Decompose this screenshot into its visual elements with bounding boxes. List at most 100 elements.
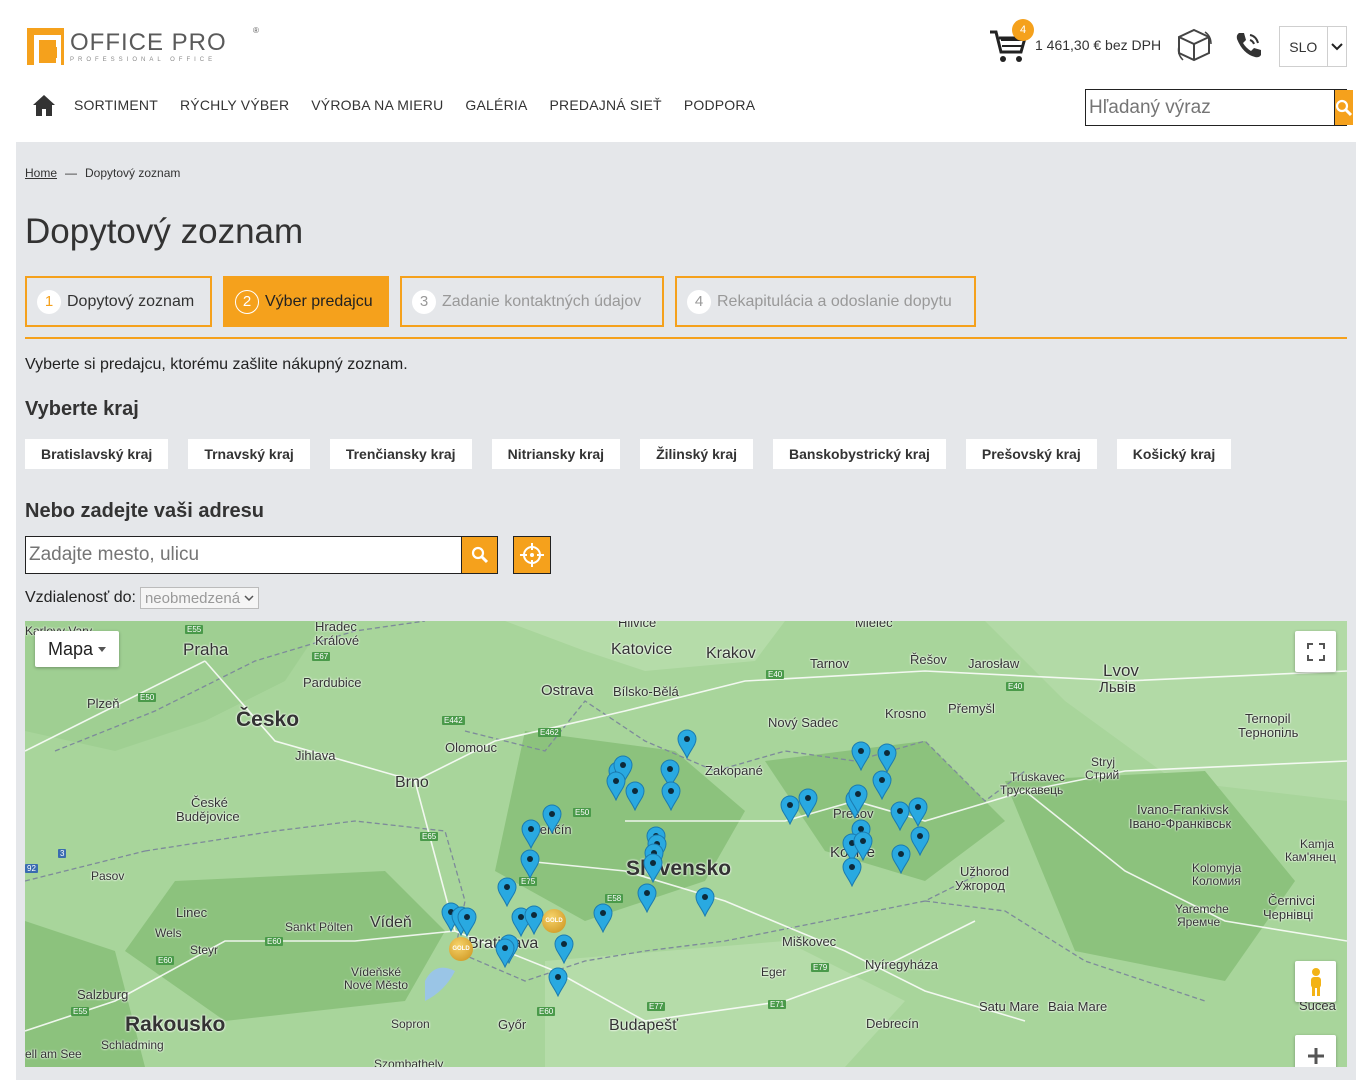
dealer-pin-icon[interactable]	[593, 903, 613, 934]
dealer-pin-icon[interactable]	[643, 853, 663, 884]
dealer-pin-icon[interactable]	[851, 741, 871, 772]
phone-icon[interactable]	[1233, 30, 1263, 60]
home-icon[interactable]	[33, 94, 55, 116]
dealer-pin-icon[interactable]	[521, 819, 541, 850]
pegman-icon	[1310, 967, 1321, 996]
step-number: 1	[37, 289, 61, 314]
address-search-button[interactable]	[461, 537, 497, 573]
fullscreen-button[interactable]	[1295, 631, 1336, 672]
region-bratislavsky[interactable]: Bratislavský kraj	[25, 439, 169, 469]
search-icon	[471, 546, 488, 564]
dealer-pin-icon[interactable]	[780, 795, 800, 826]
region-banskobystricky[interactable]: Banskobystrický kraj	[773, 439, 946, 469]
dealer-pin-icon[interactable]	[606, 771, 626, 802]
street-view-pegman[interactable]	[1295, 961, 1336, 1002]
distance-select[interactable]: neobmedzená	[139, 587, 260, 609]
dealer-pin-icon[interactable]	[495, 938, 515, 969]
site-header: OFFICE PRO PROFESSIONAL OFFICE ® 4 1 461…	[0, 0, 1370, 142]
dealer-pin-icon[interactable]	[637, 883, 657, 914]
address-heading: Nebo zadejte vaši adresu	[25, 500, 264, 522]
region-buttons: Bratislavský kraj Trnavský kraj Trenčian…	[25, 439, 1251, 469]
dealer-pin-icon[interactable]	[497, 877, 517, 908]
step-1[interactable]: 1 Dopytový zoznam	[25, 276, 212, 327]
caret-down-icon	[98, 646, 107, 652]
chevron-down-icon	[1326, 27, 1346, 66]
region-trenciansky[interactable]: Trenčiansky kraj	[329, 439, 472, 469]
dealer-pin-icon[interactable]	[524, 905, 544, 936]
dealer-pin-icon[interactable]	[695, 887, 715, 918]
dealer-pin-icon[interactable]	[542, 804, 562, 835]
dealer-pin-icon[interactable]	[910, 826, 930, 857]
search-button[interactable]	[1334, 90, 1353, 125]
region-nitriansky[interactable]: Nitriansky kraj	[491, 439, 621, 469]
address-input[interactable]	[26, 537, 461, 573]
registered-mark: ®	[253, 26, 259, 35]
dealer-pin-icon[interactable]	[890, 801, 910, 832]
main-content: Home — Dopytový zoznam Dopytový zoznam 1 D…	[16, 142, 1356, 1080]
nav-item-sortiment[interactable]: SORTIMENT	[74, 97, 158, 113]
dealer-pin-icon[interactable]	[848, 784, 868, 815]
3d-box-icon[interactable]	[1175, 26, 1213, 66]
cart-count-badge: 4	[1012, 19, 1034, 41]
gold-dealer-badge[interactable]: GOLD	[449, 937, 473, 961]
dealer-pin-icon[interactable]	[520, 849, 540, 880]
distance-filter: Vzdialenosť do: neobmedzená	[25, 587, 260, 609]
steps-divider	[25, 337, 1347, 339]
dealer-pin-icon[interactable]	[798, 788, 818, 819]
dealer-pin-icon[interactable]	[554, 934, 574, 965]
zoom-in-button[interactable]	[1295, 1035, 1336, 1067]
nav-item-rychly-vyber[interactable]: RÝCHLY VÝBER	[180, 97, 289, 113]
dealer-pin-icon[interactable]	[891, 844, 911, 875]
dealer-map[interactable]: Karlovy Vary Hradec Králové Hlivice Miel…	[25, 621, 1347, 1067]
dealer-pin-icon[interactable]	[677, 729, 697, 760]
language-value: SLO	[1289, 38, 1318, 55]
region-zilinsky[interactable]: Žilinský kraj	[640, 439, 754, 469]
nav-item-galeria[interactable]: GALÉRIA	[465, 97, 527, 113]
region-trnavsky[interactable]: Trnavský kraj	[188, 439, 310, 469]
region-heading: Vyberte kraj	[25, 398, 139, 420]
site-search	[1085, 89, 1353, 126]
step-3: 3 Zadanie kontaktných údajov	[400, 276, 664, 327]
logo-mark-icon	[27, 28, 64, 68]
cart-total[interactable]: 1 461,30 € bez DPH	[1035, 37, 1161, 53]
dealer-pin-icon[interactable]	[872, 770, 892, 801]
address-search	[25, 536, 498, 574]
step-number: 2	[235, 289, 259, 314]
nav-item-predajna-siet[interactable]: PREDAJNÁ SIEŤ	[550, 97, 662, 113]
region-kosicky[interactable]: Košický kraj	[1116, 439, 1232, 469]
crosshair-icon	[520, 543, 544, 567]
step-2[interactable]: 2 Výber predajcu	[223, 276, 389, 327]
gold-dealer-badge[interactable]: GOLD	[542, 909, 566, 933]
dealer-pin-icon[interactable]	[548, 967, 568, 998]
brand-logo[interactable]: OFFICE PRO PROFESSIONAL OFFICE ®	[27, 26, 259, 68]
main-nav: SORTIMENT RÝCHLY VÝBER VÝROBA NA MIERU G…	[33, 94, 777, 116]
distance-label: Vzdialenosť do:	[25, 589, 136, 606]
locate-me-button[interactable]	[513, 536, 551, 574]
checkout-steps: 1 Dopytový zoznam 2 Výber predajcu 3 Zad…	[25, 276, 987, 327]
dealer-pin-icon[interactable]	[661, 781, 681, 812]
brand-name: OFFICE PRO	[70, 28, 227, 56]
brand-tagline: PROFESSIONAL OFFICE	[70, 56, 217, 63]
dealer-pin-icon[interactable]	[908, 797, 928, 828]
step-label: Dopytový zoznam	[67, 292, 195, 310]
dealer-pin-icon[interactable]	[877, 743, 897, 774]
step-label: Zadanie kontaktných údajov	[442, 292, 642, 310]
intro-text: Vyberte si predajcu, ktorému zašlite nák…	[25, 356, 408, 373]
step-number: 3	[412, 289, 436, 314]
region-presovsky[interactable]: Prešovský kraj	[965, 439, 1097, 469]
map-type-button[interactable]: Mapa	[35, 631, 119, 667]
nav-item-vyroba-na-mieru[interactable]: VÝROBA NA MIERU	[311, 97, 443, 113]
step-label: Výber predajcu	[265, 292, 373, 310]
search-input[interactable]	[1086, 90, 1334, 125]
language-select[interactable]: SLO	[1279, 26, 1347, 67]
dealer-pin-icon[interactable]	[457, 907, 477, 938]
step-4: 4 Rekapitulácia a odoslanie dopytu	[675, 276, 976, 327]
nav-item-podpora[interactable]: PODPORA	[684, 97, 755, 113]
page-title: Dopytový zoznam	[25, 212, 304, 251]
dealer-pin-icon[interactable]	[625, 781, 645, 812]
breadcrumb: Home — Dopytový zoznam	[25, 166, 181, 180]
dealer-pin-icon[interactable]	[842, 857, 862, 888]
plus-icon	[1307, 1047, 1324, 1064]
step-label: Rekapitulácia a odoslanie dopytu	[717, 292, 952, 310]
breadcrumb-home-link[interactable]: Home	[25, 166, 57, 180]
